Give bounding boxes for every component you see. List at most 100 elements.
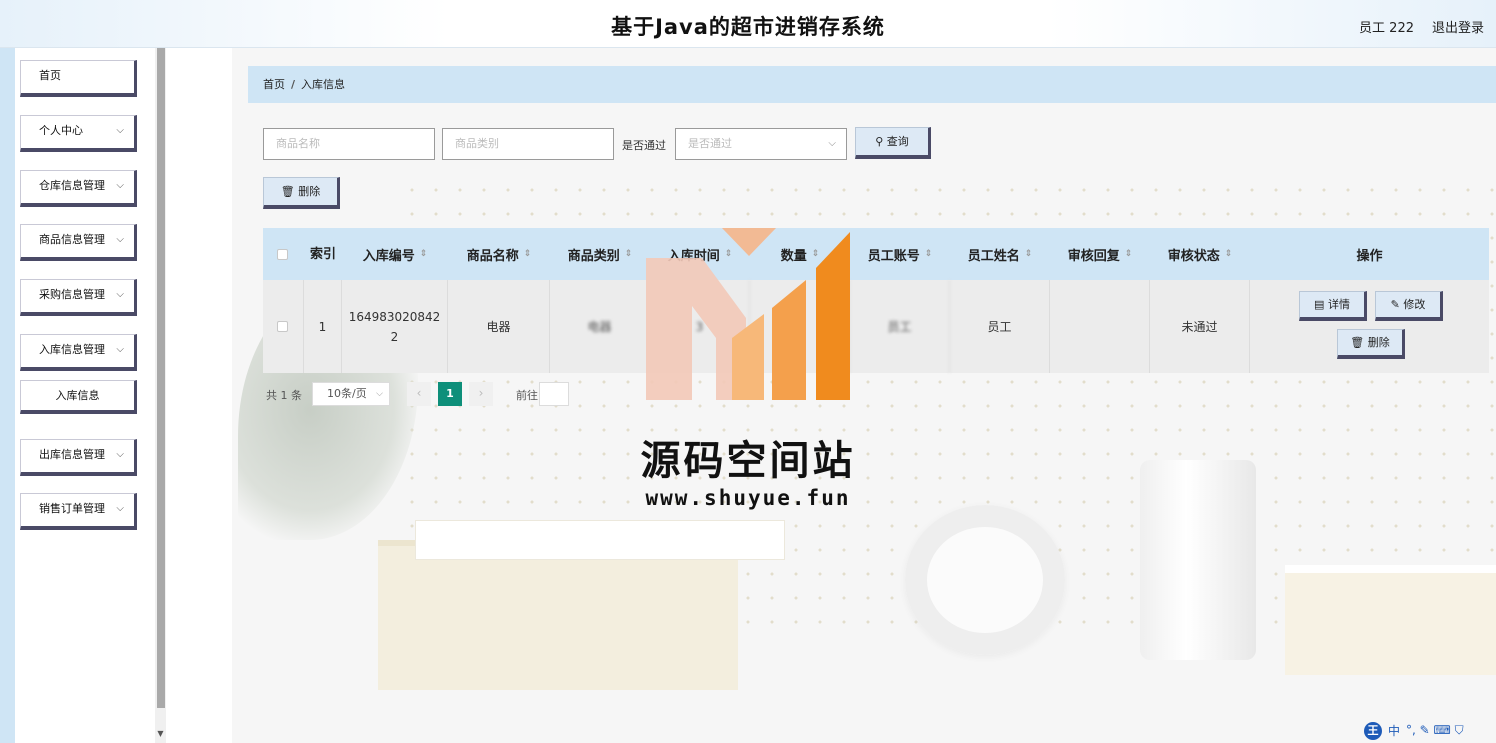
chevron-down-icon: ⌵ [116, 180, 124, 191]
logo-bar-2 [772, 280, 806, 400]
watermark-logo [646, 228, 850, 400]
current-user: 员工 222 [1359, 21, 1414, 36]
product-name-input[interactable]: 商品名称 [263, 128, 435, 160]
pagination-total: 共 1 条 [266, 389, 302, 402]
sort-icon[interactable]: ⇕ [524, 249, 532, 259]
cell-product-category: 电器 [550, 280, 650, 373]
sort-icon[interactable]: ⇕ [1225, 249, 1233, 259]
cell-select [263, 280, 304, 373]
approved-select-placeholder: 是否通过 [688, 137, 732, 150]
ime-logo-icon[interactable]: 王 [1364, 721, 1382, 740]
col-product-category[interactable]: 商品类别 ⇕ [550, 228, 650, 280]
col-product-category-label: 商品类别 [567, 248, 620, 264]
detail-button-label: 详情 [1327, 298, 1350, 311]
goto-label: 前往 [516, 389, 538, 402]
cell-staff-name: 员工 [950, 280, 1050, 373]
page-number-button[interactable]: 1 [438, 382, 462, 406]
background-tray [415, 520, 785, 560]
pencil-icon: ✎ [1390, 298, 1400, 311]
sort-icon[interactable]: ⇕ [1025, 249, 1033, 259]
sidebar-item-personal-center[interactable]: 个人中心 ⌵ [20, 115, 137, 152]
sidebar-item-label: 入库信息 [55, 389, 100, 402]
col-product-name-label: 商品名称 [466, 248, 519, 264]
goto-page-input[interactable] [539, 382, 569, 406]
watermark-title: 源码空间站 [640, 438, 856, 484]
sidebar-item-label: 入库信息管理 [39, 343, 105, 356]
ime-language-toggle[interactable]: 中 [1388, 722, 1400, 739]
sidebar-item-label: 商品信息管理 [39, 233, 105, 246]
product-category-input[interactable]: 商品类别 [442, 128, 614, 160]
sidebar-item-purchase[interactable]: 采购信息管理 ⌵ [20, 279, 137, 316]
detail-button[interactable]: ▤ 详情 [1299, 291, 1367, 321]
app-title: 基于Java的超市进销存系统 [611, 15, 885, 39]
col-inbound-no-label: 入库编号 [362, 248, 415, 264]
chevron-down-icon: ⌵ [116, 503, 124, 514]
sidebar-item-product[interactable]: 商品信息管理 ⌵ [20, 224, 137, 261]
logout-link[interactable]: 退出登录 [1432, 17, 1484, 36]
chevron-down-icon: ⌵ [116, 449, 124, 460]
bulk-delete-button[interactable]: 🗑 删除 [263, 177, 340, 209]
col-review-reply-label: 审核回复 [1067, 248, 1120, 264]
col-staff-name[interactable]: 员工姓名 ⇕ [950, 228, 1050, 280]
col-review-status-label: 审核状态 [1167, 248, 1220, 264]
sidebar-item-inbound[interactable]: 入库信息管理 ⌵ [20, 334, 137, 371]
cell-staff-account: 员工 [850, 280, 950, 373]
col-product-name[interactable]: 商品名称 ⇕ [448, 228, 550, 280]
breadcrumb-home[interactable]: 首页 [263, 78, 285, 91]
approved-label: 是否通过 [622, 139, 666, 152]
col-review-reply[interactable]: 审核回复 ⇕ [1050, 228, 1150, 280]
edit-button[interactable]: ✎ 修改 [1375, 291, 1443, 321]
ime-tools-icon[interactable]: °, ✎ ⌨ ⛉ [1406, 723, 1464, 738]
sidebar-item-label: 个人中心 [39, 124, 83, 137]
ime-tray[interactable]: 王 中 °, ✎ ⌨ ⛉ [1364, 718, 1496, 743]
scroll-down-arrow-icon[interactable]: ▼ [155, 728, 166, 740]
chevron-down-icon: ⌵ [116, 344, 124, 355]
sidebar-item-outbound[interactable]: 出库信息管理 ⌵ [20, 439, 137, 476]
app-header: 基于Java的超市进销存系统 员工 222 退出登录 [0, 0, 1496, 48]
cell-review-reply [1050, 280, 1150, 373]
background-block [1285, 565, 1496, 675]
cell-index: 1 [304, 280, 342, 373]
breadcrumb-current: 入库信息 [301, 78, 346, 91]
query-button-label: 查询 [886, 135, 909, 148]
cell-inbound-no: 1649830208422 [342, 280, 448, 373]
breadcrumb-separator: / [291, 78, 296, 91]
sort-icon[interactable]: ⇕ [925, 249, 933, 259]
chevron-down-icon: ⌵ [116, 125, 124, 136]
sort-icon[interactable]: ⇕ [625, 249, 633, 259]
sidebar-item-warehouse[interactable]: 仓库信息管理 ⌵ [20, 170, 137, 207]
row-delete-button-label: 删除 [1367, 336, 1390, 349]
select-all-checkbox[interactable] [277, 249, 288, 260]
sidebar-subitem-inbound-info[interactable]: 入库信息 [20, 380, 137, 414]
sidebar-item-label: 销售订单管理 [39, 502, 105, 515]
chevron-down-icon: ⌵ [828, 138, 836, 149]
sidebar-item-home[interactable]: 首页 [20, 60, 137, 97]
sort-icon[interactable]: ⇕ [1125, 249, 1133, 259]
row-delete-button[interactable]: 🗑 删除 [1337, 329, 1405, 359]
sidebar-item-label: 出库信息管理 [39, 448, 105, 461]
col-actions: 操作 [1356, 248, 1383, 264]
background-cylinder [1140, 460, 1256, 660]
sidebar-item-label: 首页 [39, 69, 61, 82]
chevron-down-icon: ⌵ [376, 389, 383, 399]
next-page-button[interactable]: › [469, 382, 493, 406]
sort-icon[interactable]: ⇕ [420, 249, 428, 259]
sidebar-scrollbar-thumb[interactable] [157, 48, 165, 708]
sidebar-item-label: 仓库信息管理 [39, 179, 105, 192]
page-size-select[interactable]: 10条/页 ⌵ [312, 382, 390, 406]
query-button[interactable]: ⚲ 查询 [855, 127, 931, 159]
watermark-url: www.shuyue.fun [645, 486, 851, 510]
approved-select[interactable]: 是否通过 ⌵ [675, 128, 847, 160]
sidebar-item-sales[interactable]: 销售订单管理 ⌵ [20, 493, 137, 530]
background-ring [905, 505, 1065, 655]
logo-bar-3 [816, 232, 850, 400]
col-inbound-no[interactable]: 入库编号 ⇕ [342, 228, 448, 280]
page-size-value: 10条/页 [327, 387, 367, 400]
col-staff-name-label: 员工姓名 [967, 248, 1020, 264]
prev-page-button[interactable]: ‹ [407, 382, 431, 406]
col-staff-account-label: 员工账号 [867, 248, 920, 264]
breadcrumb: 首页 / 入库信息 [248, 66, 1496, 103]
bulk-delete-label: 删除 [298, 185, 321, 198]
col-staff-account[interactable]: 员工账号 ⇕ [850, 228, 950, 280]
col-review-status[interactable]: 审核状态 ⇕ [1150, 228, 1250, 280]
